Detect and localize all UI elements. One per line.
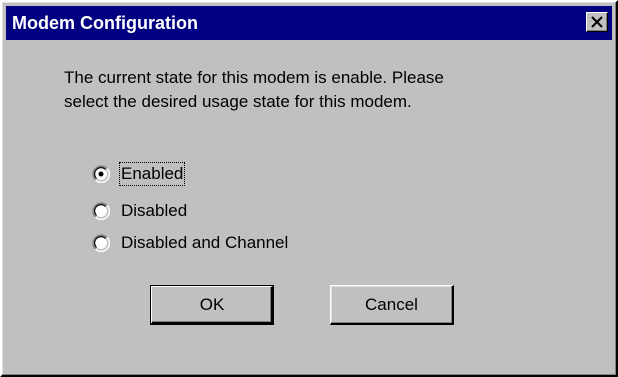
message-line-2: select the desired usage state for this … bbox=[64, 92, 412, 111]
option-label-enabled[interactable]: Enabled bbox=[118, 162, 186, 186]
radio-option-disabled[interactable]: Disabled bbox=[92, 198, 188, 224]
message-line-1: The current state for this modem is enab… bbox=[64, 68, 444, 87]
option-label-disabled-and-channel[interactable]: Disabled and Channel bbox=[120, 232, 289, 254]
radio-option-disabled-and-channel[interactable]: Disabled and Channel bbox=[92, 230, 289, 256]
ok-button-label: OK bbox=[199, 295, 225, 314]
title-bar[interactable]: Modem Configuration bbox=[6, 6, 612, 40]
radio-button-unchecked[interactable] bbox=[92, 234, 110, 252]
ok-button[interactable]: OK bbox=[150, 285, 274, 325]
modem-configuration-dialog: Modem Configuration The current state fo… bbox=[0, 0, 618, 377]
cancel-button[interactable]: Cancel bbox=[330, 285, 454, 325]
radio-option-enabled[interactable]: Enabled bbox=[92, 161, 186, 187]
option-label-disabled[interactable]: Disabled bbox=[120, 200, 188, 222]
close-icon bbox=[591, 16, 603, 28]
radio-button-unchecked[interactable] bbox=[92, 202, 110, 220]
cancel-button-label: Cancel bbox=[365, 294, 418, 314]
close-button[interactable] bbox=[586, 12, 608, 32]
radio-dot bbox=[98, 171, 104, 177]
message-text: The current state for this modem is enab… bbox=[64, 66, 584, 114]
window-title: Modem Configuration bbox=[12, 13, 198, 33]
radio-button-checked[interactable] bbox=[92, 165, 110, 183]
